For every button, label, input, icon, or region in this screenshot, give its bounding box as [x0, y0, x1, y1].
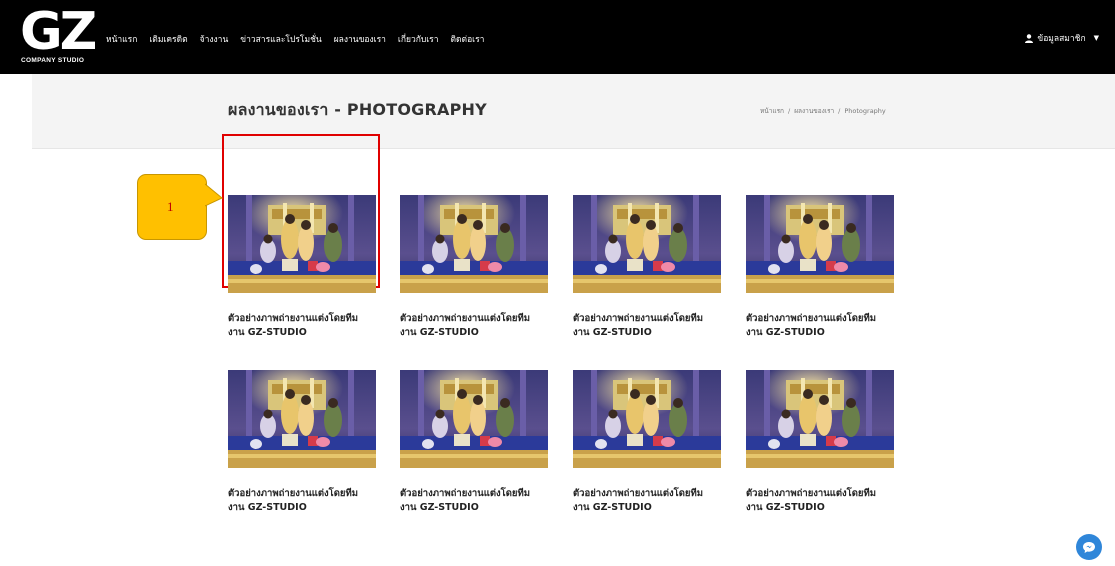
breadcrumb: หน้าแรก / ผลงานของเรา / Photography	[760, 106, 886, 116]
member-label: ข้อมูลสมาชิก	[1037, 34, 1086, 44]
nav-item-news[interactable]: ข่าวสารและโปรโมชั่น	[240, 32, 321, 46]
nav-item-hire[interactable]: จ้างงาน	[200, 32, 229, 46]
photo-thumbnail[interactable]	[400, 195, 548, 293]
nav-item-home[interactable]: หน้าแรก	[106, 32, 137, 46]
gallery-caption[interactable]: ตัวอย่างภาพถ่ายงานแต่งโดยทีม งาน GZ-STUDI…	[573, 312, 723, 340]
gallery-card[interactable]: ตัวอย่างภาพถ่ายงานแต่งโดยทีม งาน GZ-STUDI…	[746, 370, 896, 515]
gallery-card[interactable]: ตัวอย่างภาพถ่ายงานแต่งโดยทีม งาน GZ-STUDI…	[746, 195, 896, 340]
breadcrumb-separator: /	[788, 107, 791, 115]
callout-pointer-icon	[205, 183, 223, 207]
photo-thumbnail[interactable]	[746, 195, 894, 293]
logo-subtitle: COMPANY STUDIO	[21, 57, 85, 64]
gallery-card[interactable]: ตัวอย่างภาพถ่ายงานแต่งโดยทีม งาน GZ-STUDI…	[573, 370, 723, 515]
gallery-card[interactable]: ตัวอย่างภาพถ่ายงานแต่งโดยทีม งาน GZ-STUDI…	[228, 370, 378, 515]
logo-text: GZ	[20, 2, 97, 62]
gallery-card[interactable]: ตัวอย่างภาพถ่ายงานแต่งโดยทีม งาน GZ-STUDI…	[228, 195, 378, 340]
gallery-caption[interactable]: ตัวอย่างภาพถ่ายงานแต่งโดยทีม งาน GZ-STUDI…	[228, 312, 378, 340]
photo-thumbnail[interactable]	[746, 370, 894, 468]
page-title: ผลงานของเรา - PHOTOGRAPHY	[228, 100, 487, 119]
gallery-caption[interactable]: ตัวอย่างภาพถ่ายงานแต่งโดยทีม งาน GZ-STUDI…	[746, 487, 896, 515]
breadcrumb-current: Photography	[844, 107, 886, 115]
photo-thumbnail[interactable]	[228, 370, 376, 468]
chat-bubble-icon	[1083, 541, 1095, 553]
gallery-caption[interactable]: ตัวอย่างภาพถ่ายงานแต่งโดยทีม งาน GZ-STUDI…	[400, 312, 550, 340]
brand-logo[interactable]: GZ COMPANY STUDIO	[20, 2, 97, 68]
gallery-caption[interactable]: ตัวอย่างภาพถ่ายงานแต่งโดยทีม งาน GZ-STUDI…	[573, 487, 723, 515]
gallery-caption[interactable]: ตัวอย่างภาพถ่ายงานแต่งโดยทีม งาน GZ-STUDI…	[400, 487, 550, 515]
annotation-number: 1	[167, 199, 174, 214]
gallery-caption[interactable]: ตัวอย่างภาพถ่ายงานแต่งโดยทีม งาน GZ-STUDI…	[228, 487, 378, 515]
nav-item-about[interactable]: เกี่ยวกับเรา	[398, 32, 439, 46]
caret-down-icon: ▼	[1093, 34, 1099, 42]
annotation-callout: 1	[137, 174, 207, 240]
breadcrumb-portfolio[interactable]: ผลงานของเรา	[794, 107, 834, 115]
gallery-card[interactable]: ตัวอย่างภาพถ่ายงานแต่งโดยทีม งาน GZ-STUDI…	[400, 370, 550, 515]
main-nav: หน้าแรก เติมเครดิต จ้างงาน ข่าวสารและโปร…	[106, 32, 484, 46]
gallery-card[interactable]: ตัวอย่างภาพถ่ายงานแต่งโดยทีม งาน GZ-STUDI…	[573, 195, 723, 340]
photo-thumbnail[interactable]	[400, 370, 548, 468]
top-navbar: GZ COMPANY STUDIO หน้าแรก เติมเครดิต จ้า…	[0, 0, 1115, 74]
nav-item-topup[interactable]: เติมเครดิต	[149, 32, 187, 46]
page-header-band	[32, 74, 1115, 149]
breadcrumb-home[interactable]: หน้าแรก	[760, 107, 784, 115]
chat-button[interactable]	[1076, 534, 1102, 560]
nav-item-contact[interactable]: ติดต่อเรา	[451, 32, 485, 46]
photo-thumbnail[interactable]	[573, 195, 721, 293]
breadcrumb-separator: /	[838, 107, 841, 115]
photo-thumbnail[interactable]	[573, 370, 721, 468]
gallery-card[interactable]: ตัวอย่างภาพถ่ายงานแต่งโดยทีม งาน GZ-STUDI…	[400, 195, 550, 340]
user-icon	[1025, 33, 1034, 43]
photo-thumbnail[interactable]	[228, 195, 376, 293]
nav-item-portfolio[interactable]: ผลงานของเรา	[334, 32, 386, 46]
member-menu[interactable]: ข้อมูลสมาชิก ▼	[1025, 31, 1099, 45]
gallery-caption[interactable]: ตัวอย่างภาพถ่ายงานแต่งโดยทีม งาน GZ-STUDI…	[746, 312, 896, 340]
